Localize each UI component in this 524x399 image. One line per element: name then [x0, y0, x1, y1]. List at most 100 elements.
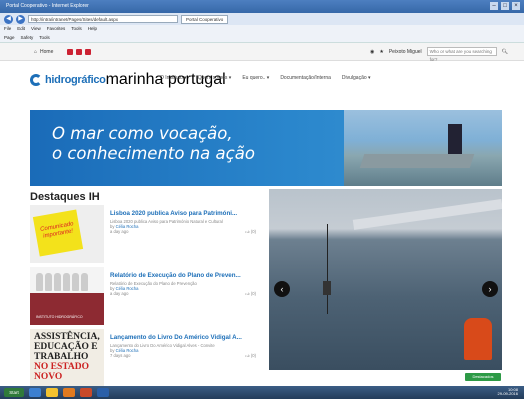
slider-prev-button[interactable]: ‹: [274, 281, 290, 297]
browser-window: Portal Cooperativo - Internet Explorer –…: [0, 0, 524, 386]
address-input[interactable]: http://intra/intranet/Pages/Sites/defaul…: [28, 15, 178, 23]
command-safety[interactable]: Safety: [21, 33, 34, 42]
like-count: (0): [250, 229, 256, 234]
bulbs-graphic: [36, 273, 88, 291]
news-likes[interactable]: 👍︎ (0): [245, 291, 256, 297]
logo-name: hidrográfico: [45, 73, 106, 86]
like-icon: 👍︎: [245, 229, 250, 234]
crane-cable: [327, 224, 328, 314]
highlights-button[interactable]: Destacados: [465, 373, 501, 381]
nav-instituto[interactable]: O Instituto ▾: [160, 75, 187, 81]
book-title-line: ASSISTÊNCIA,: [34, 332, 100, 342]
nav-documentacao[interactable]: Documentação/Interna: [280, 75, 331, 81]
nav-quem-somos[interactable]: Quem somos ▾: [198, 75, 232, 81]
news-meta: a day ago 👍︎ (0): [110, 291, 266, 297]
close-button[interactable]: ×: [512, 2, 520, 10]
app-taskbar-icon[interactable]: [63, 388, 75, 397]
window-controls: – □ ×: [490, 2, 520, 10]
news-title[interactable]: Relatório de Execução do Plano de Preven…: [110, 272, 266, 279]
maximize-button[interactable]: □: [501, 2, 509, 10]
app-icon[interactable]: [85, 48, 92, 55]
user-name[interactable]: Peixoto Miguel: [389, 49, 422, 55]
menu-tools[interactable]: Tools: [71, 25, 82, 33]
command-tools[interactable]: Tools: [39, 33, 50, 42]
main-nav: O Instituto ▾ Quem somos ▾ Eu quero.. ▾ …: [160, 75, 371, 81]
home-label: Home: [40, 48, 54, 55]
explorer-taskbar-icon[interactable]: [46, 388, 58, 397]
menu-bar: File Edit View Favorites Tools Help: [0, 25, 524, 33]
quick-icons: [67, 48, 92, 55]
news-meta: 7 days ago 👍︎ (0): [110, 353, 266, 359]
address-bar-row: ◀ ▶ http://intra/intranet/Pages/Sites/de…: [0, 13, 524, 25]
browser-tab[interactable]: Portal Cooperativo: [181, 14, 229, 24]
news-date: 7 days ago: [110, 353, 131, 358]
postit-note: Comunicado importante!: [32, 209, 84, 257]
home-link[interactable]: ⌂ Home: [34, 49, 53, 55]
site-top-bar: ⌂ Home ◉ ★ Peixoto Miguel Who or what ar…: [0, 43, 524, 62]
menu-favorites[interactable]: Favorites: [47, 25, 66, 33]
image-slider[interactable]: ‹ ›: [269, 189, 502, 370]
news-item[interactable]: Comunicado importante! Lisboa 2020 publi…: [30, 205, 266, 265]
news-item[interactable]: INSTITUTO HIDROGRÁFICO Relatório de Exec…: [30, 267, 266, 327]
menu-file[interactable]: File: [4, 25, 11, 33]
minimize-button[interactable]: –: [490, 2, 498, 10]
like-count: (0): [250, 291, 256, 296]
home-icon: ⌂: [34, 48, 38, 55]
hero-line-1: O mar como vocação,: [52, 124, 233, 143]
app-icon[interactable]: [67, 48, 74, 55]
news-meta: a day ago 👍︎ (0): [110, 229, 266, 235]
thumbnail-caption: INSTITUTO HIDROGRÁFICO: [36, 315, 83, 319]
ie-taskbar-icon[interactable]: [29, 388, 41, 397]
section-title: Destaques IH: [30, 191, 100, 203]
hero-person: [448, 124, 462, 158]
menu-view[interactable]: View: [31, 25, 41, 33]
hero-banner: O mar como vocação, o conhecimento na aç…: [30, 110, 502, 186]
hero-line-2: o conhecimento na ação: [52, 144, 255, 163]
app-taskbar-icon[interactable]: [97, 388, 109, 397]
slider-next-button[interactable]: ›: [482, 281, 498, 297]
search-input[interactable]: Who or what are you searching for?: [426, 47, 497, 62]
clock-date: 29-09-2016: [497, 391, 518, 396]
news-thumbnail[interactable]: Comunicado importante!: [30, 205, 104, 263]
app-icon[interactable]: [76, 48, 83, 55]
menu-edit[interactable]: Edit: [17, 25, 25, 33]
back-icon[interactable]: ◀: [4, 14, 13, 24]
like-count: (0): [250, 353, 256, 358]
logo-swoosh-icon: [30, 73, 42, 86]
news-thumbnail[interactable]: ASSISTÊNCIA, EDUCAÇÃO E TRABALHO NO ESTA…: [30, 329, 104, 386]
news-item[interactable]: ASSISTÊNCIA, EDUCAÇÃO E TRABALHO NO ESTA…: [30, 329, 266, 386]
news-likes[interactable]: 👍︎ (0): [245, 353, 256, 359]
site-header: hidrográfico marinha portugal O Institut…: [0, 61, 524, 98]
eye-icon[interactable]: ◉: [370, 49, 374, 55]
hero-text: O mar como vocação, o conhecimento na aç…: [52, 124, 255, 164]
forward-icon[interactable]: ▶: [16, 14, 25, 24]
search-icon[interactable]: 🔍︎: [502, 49, 508, 55]
book-title-line: TRABALHO: [34, 352, 89, 362]
worker-figure: [464, 318, 492, 360]
news-likes[interactable]: 👍︎ (0): [245, 229, 256, 235]
menu-help[interactable]: Help: [88, 25, 97, 33]
news-title[interactable]: Lisboa 2020 publica Aviso para Patrimóni…: [110, 210, 266, 217]
nav-divulgacao[interactable]: Divulgação ▾: [342, 75, 371, 81]
news-list: Comunicado importante! Lisboa 2020 publi…: [30, 205, 266, 386]
crane-weight: [323, 281, 331, 295]
crane-arm: [352, 199, 502, 230]
hero-photo: [344, 110, 502, 186]
app-taskbar-icon[interactable]: [80, 388, 92, 397]
site-user-area: ◉ ★ Peixoto Miguel Who or what are you s…: [370, 47, 508, 62]
news-title[interactable]: Lançamento do Livro Do Américo Vidigal A…: [110, 334, 266, 341]
news-date: a day ago: [110, 229, 129, 234]
browser-titlebar: Portal Cooperativo - Internet Explorer –…: [0, 0, 524, 13]
taskbar-clock[interactable]: 10:08 29-09-2016: [498, 388, 518, 396]
command-page[interactable]: Page: [4, 33, 15, 42]
start-button[interactable]: Start: [4, 388, 24, 397]
nav-eu-quero[interactable]: Eu quero.. ▾: [242, 75, 269, 81]
book-title-line: NO ESTADO NOVO: [34, 362, 89, 382]
taskbar: Start 10:08 29-09-2016: [0, 386, 524, 399]
hero-dock: [359, 154, 475, 168]
site-logo[interactable]: hidrográfico: [30, 73, 106, 86]
star-icon[interactable]: ★: [379, 49, 383, 55]
like-icon: 👍︎: [245, 291, 250, 296]
news-thumbnail[interactable]: INSTITUTO HIDROGRÁFICO: [30, 267, 104, 325]
like-icon: 👍︎: [245, 353, 250, 358]
